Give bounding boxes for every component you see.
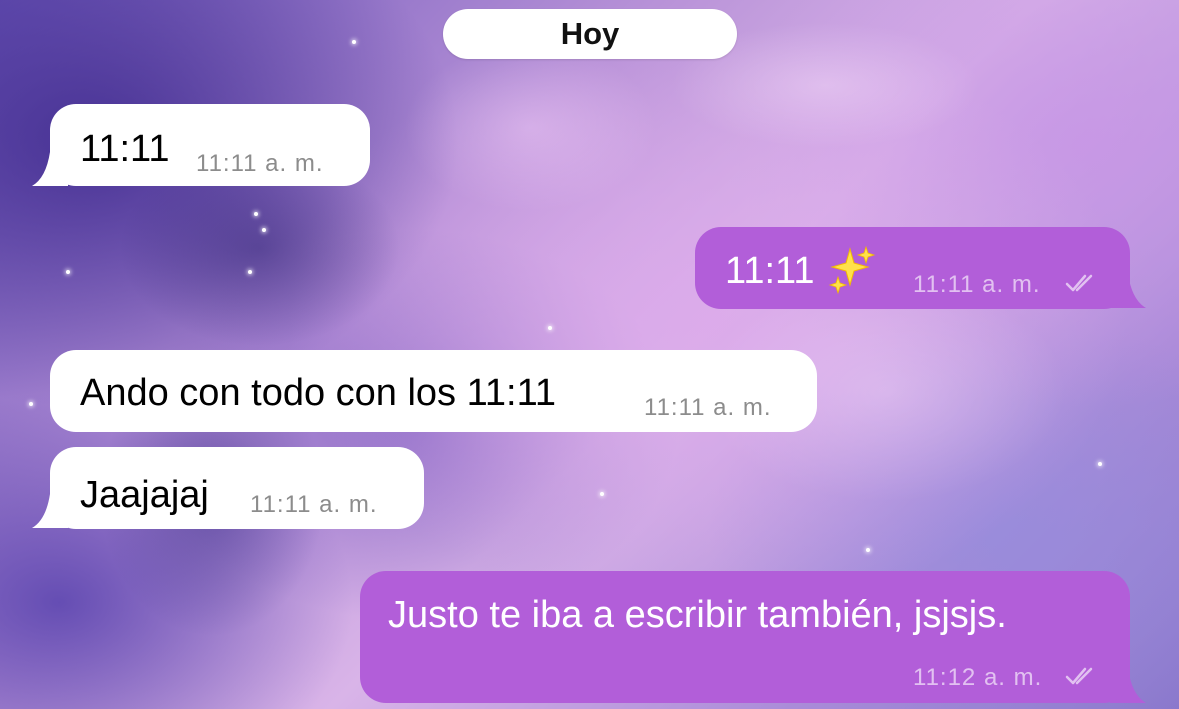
wallpaper-star bbox=[29, 402, 33, 406]
message-bubble-outgoing[interactable]: Justo te iba a escribir también, jsjsjs.… bbox=[360, 571, 1130, 703]
date-separator-label: Hoy bbox=[560, 16, 620, 51]
sparkles-emoji-icon bbox=[828, 245, 876, 295]
message-timestamp: 11:11 a. m. bbox=[644, 394, 772, 421]
wallpaper-star bbox=[254, 212, 258, 216]
wallpaper-star bbox=[352, 40, 356, 44]
date-separator: Hoy bbox=[443, 9, 737, 59]
wallpaper-star bbox=[600, 492, 604, 496]
message-timestamp: 11:11 a. m. bbox=[250, 491, 378, 518]
message-bubble-incoming[interactable]: 11:11 11:11 a. m. bbox=[50, 104, 370, 186]
wallpaper-star bbox=[866, 548, 870, 552]
double-check-icon bbox=[1065, 667, 1093, 685]
double-check-icon bbox=[1065, 274, 1093, 292]
message-text: 11:11 bbox=[80, 128, 170, 170]
wallpaper-star bbox=[1098, 462, 1102, 466]
message-bubble-incoming[interactable]: Ando con todo con los 11:11 11:11 a. m. bbox=[50, 350, 817, 432]
message-text: Jaajajaj bbox=[80, 474, 209, 516]
message-bubble-incoming[interactable]: Jaajajaj 11:11 a. m. bbox=[50, 447, 424, 529]
message-bubble-outgoing[interactable]: 11:11 11:11 a. m. bbox=[695, 227, 1130, 309]
wallpaper-star bbox=[66, 270, 70, 274]
wallpaper-star bbox=[262, 228, 266, 232]
wallpaper-star bbox=[248, 270, 252, 274]
message-text: Ando con todo con los 11:11 bbox=[80, 372, 557, 414]
message-timestamp: 11:12 a. m. bbox=[913, 664, 1043, 691]
message-timestamp: 11:11 a. m. bbox=[913, 271, 1041, 298]
message-timestamp: 11:11 a. m. bbox=[196, 150, 324, 177]
message-text: Justo te iba a escribir también, jsjsjs. bbox=[388, 594, 1007, 636]
message-text: 11:11 bbox=[725, 250, 815, 292]
wallpaper-star bbox=[548, 326, 552, 330]
